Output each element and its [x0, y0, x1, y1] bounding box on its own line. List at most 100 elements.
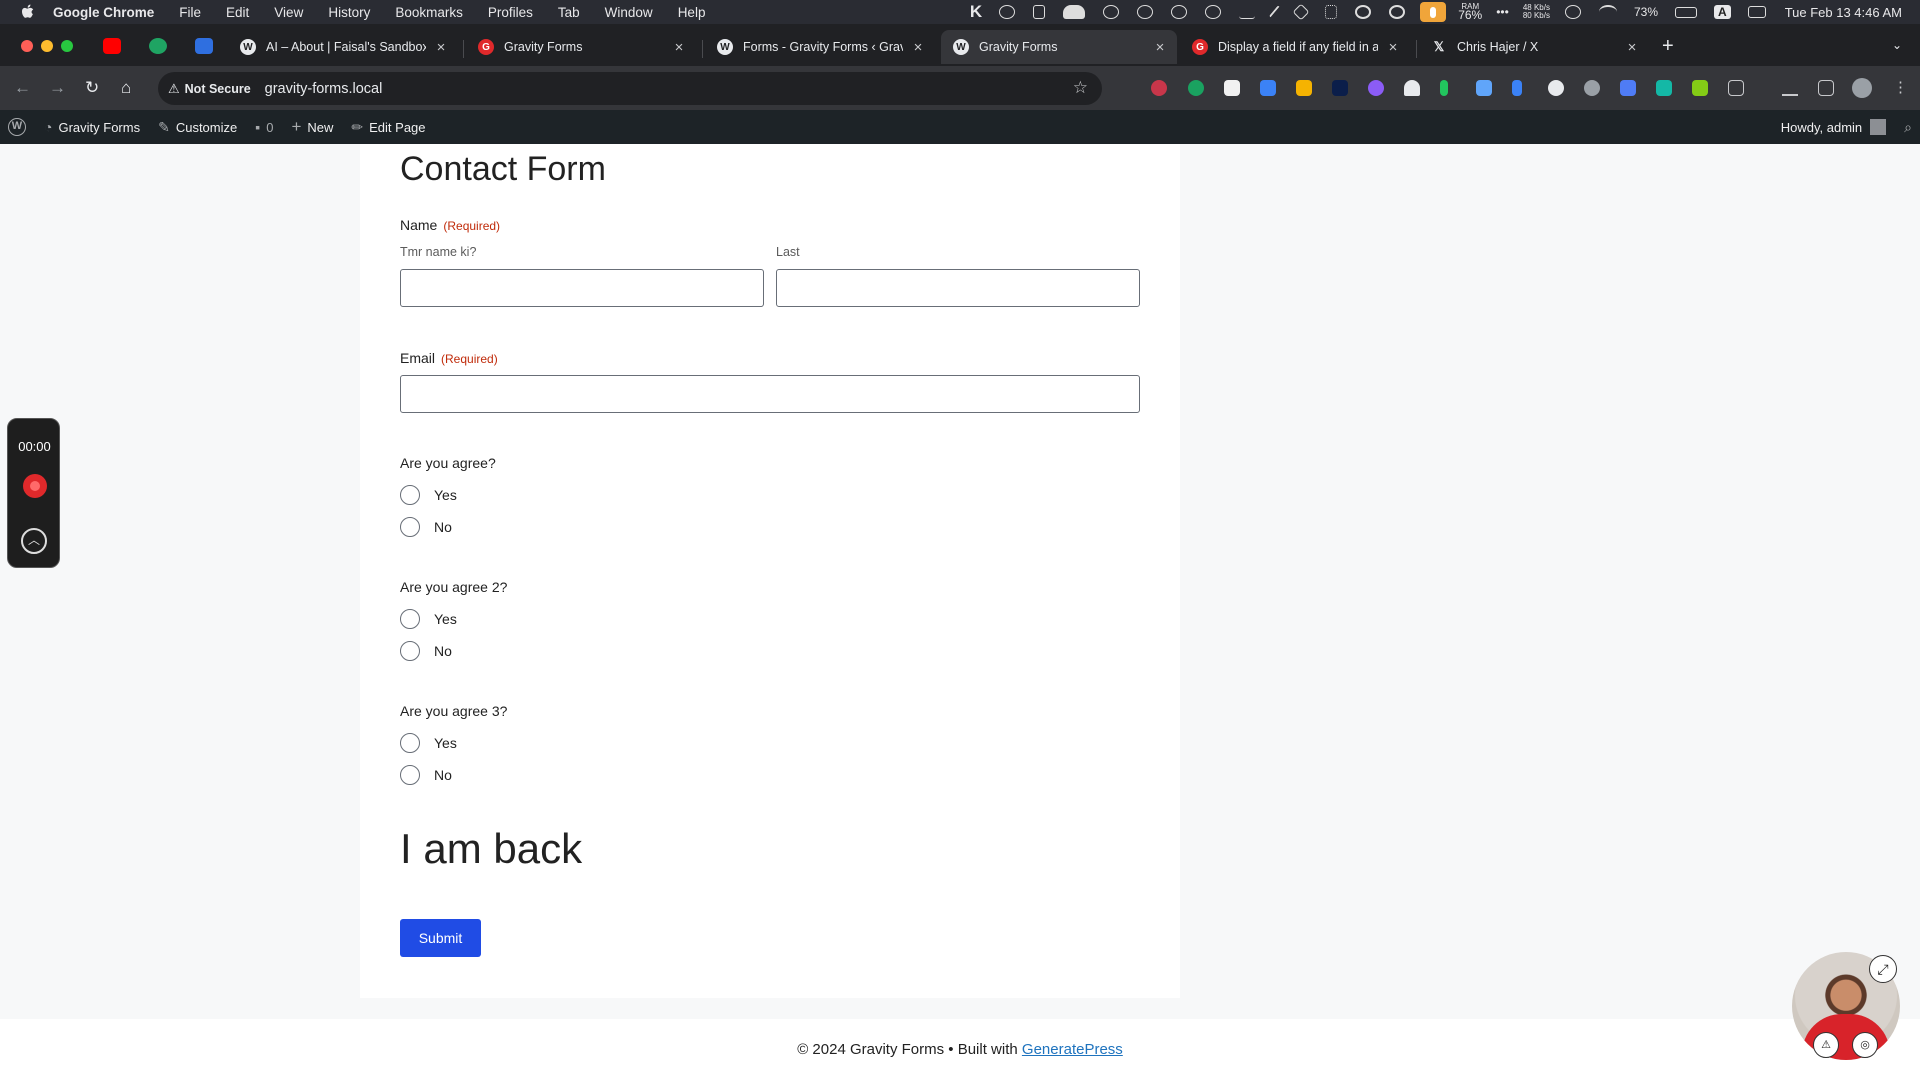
- more-menu-icon[interactable]: ⋮: [1893, 78, 1908, 96]
- menu-tab[interactable]: Tab: [558, 5, 580, 20]
- wp-logo-icon[interactable]: W: [8, 118, 26, 136]
- menu-profiles[interactable]: Profiles: [488, 5, 533, 20]
- location-icon[interactable]: [1292, 3, 1310, 21]
- close-icon[interactable]: ×: [434, 39, 448, 56]
- camera-settings-icon[interactable]: ⚠: [1813, 1032, 1839, 1058]
- account-menu[interactable]: Howdy, admin: [1781, 119, 1887, 135]
- input-source-indicator[interactable]: A: [1714, 5, 1731, 19]
- grid-icon[interactable]: [1325, 5, 1338, 19]
- extension-icon-7[interactable]: [1368, 80, 1384, 96]
- ram-indicator[interactable]: RAM 76%: [1458, 3, 1482, 22]
- profile-avatar[interactable]: [1852, 78, 1872, 98]
- tab-ai-about[interactable]: W AI – About | Faisal's Sandbox ×: [228, 30, 458, 64]
- compass-icon[interactable]: [1171, 5, 1188, 19]
- clipboard-icon[interactable]: [1033, 5, 1046, 19]
- timer-icon[interactable]: [1205, 5, 1222, 19]
- extension-icon-13[interactable]: [1584, 80, 1600, 96]
- side-panel-icon[interactable]: [1818, 80, 1834, 96]
- reload-button[interactable]: ↻: [85, 78, 99, 98]
- extensions-puzzle-icon[interactable]: [1728, 80, 1744, 96]
- clock[interactable]: Tue Feb 13 4:46 AM: [1785, 5, 1902, 20]
- close-icon[interactable]: ×: [911, 39, 925, 56]
- zoom-window-button[interactable]: [61, 40, 73, 52]
- extension-icon-8[interactable]: [1404, 80, 1420, 96]
- back-button[interactable]: ←: [14, 78, 31, 98]
- signature-icon[interactable]: [1239, 5, 1256, 19]
- control-center-icon[interactable]: [1747, 6, 1766, 18]
- menu-bookmarks[interactable]: Bookmarks: [395, 5, 463, 20]
- search-icon[interactable]: ⌕: [1904, 119, 1912, 136]
- extension-icon-11[interactable]: [1512, 80, 1522, 96]
- close-window-button[interactable]: [21, 40, 33, 52]
- site-name-menu[interactable]: ◔ Gravity Forms: [44, 119, 140, 135]
- close-icon[interactable]: ×: [1625, 39, 1639, 56]
- menu-view[interactable]: View: [274, 5, 303, 20]
- vpn-icon[interactable]: [1137, 5, 1154, 19]
- menu-history[interactable]: History: [328, 5, 370, 20]
- play-icon[interactable]: [1103, 5, 1120, 19]
- pen-icon[interactable]: [1269, 5, 1282, 19]
- tab-gravity-forms[interactable]: G Gravity Forms ×: [466, 30, 696, 64]
- tab-gravity-forms-active[interactable]: W Gravity Forms ×: [941, 30, 1177, 64]
- tab-search-chevron-icon[interactable]: ⌄: [1892, 38, 1910, 52]
- radio-button[interactable]: [400, 485, 420, 505]
- pinned-tab-icon[interactable]: [149, 38, 167, 54]
- tab-display-field[interactable]: G Display a field if any field in a ×: [1180, 30, 1410, 64]
- extension-icon-3[interactable]: [1224, 80, 1240, 96]
- menu-edit[interactable]: Edit: [226, 5, 249, 20]
- q1-option-no[interactable]: No: [400, 517, 452, 537]
- k-app-icon[interactable]: K: [970, 2, 982, 22]
- generatepress-link[interactable]: GeneratePress: [1022, 1041, 1123, 1058]
- radio-button[interactable]: [400, 517, 420, 537]
- customize-link[interactable]: ✎ Customize: [158, 119, 237, 136]
- radio-button[interactable]: [400, 733, 420, 753]
- submit-button[interactable]: Submit: [400, 919, 481, 957]
- chevron-up-icon[interactable]: ︿: [21, 528, 47, 554]
- record-icon[interactable]: [23, 474, 47, 498]
- battery-icon[interactable]: [1675, 6, 1698, 18]
- extension-icon-9[interactable]: [1440, 80, 1448, 96]
- edit-page-link[interactable]: ✏ Edit Page: [351, 119, 425, 136]
- extension-icon-6[interactable]: [1332, 80, 1348, 96]
- apple-icon[interactable]: [21, 4, 35, 20]
- first-name-input[interactable]: [400, 269, 764, 307]
- email-input[interactable]: [400, 375, 1140, 413]
- dnd-icon[interactable]: [1564, 5, 1581, 19]
- new-content-menu[interactable]: + New: [291, 117, 333, 137]
- network-speed[interactable]: 48 Kb/s 80 Kb/s: [1523, 4, 1550, 20]
- home-button[interactable]: ⌂: [121, 78, 131, 98]
- radio-button[interactable]: [400, 609, 420, 629]
- youtube-pinned-tab-icon[interactable]: [103, 38, 121, 54]
- p-app-icon[interactable]: [1389, 5, 1406, 19]
- address-bar[interactable]: ⚠ Not Secure gravity-forms.local ☆: [158, 72, 1102, 105]
- q1-option-yes[interactable]: Yes: [400, 485, 457, 505]
- expand-icon[interactable]: ⤢: [1869, 955, 1897, 983]
- close-icon[interactable]: ×: [1386, 39, 1400, 56]
- q3-option-yes[interactable]: Yes: [400, 733, 457, 753]
- radio-button[interactable]: [400, 641, 420, 661]
- menu-app-name[interactable]: Google Chrome: [53, 5, 154, 20]
- tab-forms-admin[interactable]: W Forms - Gravity Forms ‹ Grav ×: [705, 30, 935, 64]
- extension-icon-5[interactable]: [1296, 80, 1312, 96]
- extension-icon-4[interactable]: [1260, 80, 1276, 96]
- tab-x-profile[interactable]: 𝕏 Chris Hajer / X ×: [1419, 30, 1649, 64]
- sync-icon[interactable]: [999, 5, 1016, 19]
- bookmark-star-icon[interactable]: ☆: [1073, 78, 1088, 98]
- camera-frame-icon[interactable]: ◎: [1852, 1032, 1878, 1058]
- download-icon[interactable]: [1782, 80, 1798, 96]
- extension-icon-1[interactable]: [1151, 80, 1167, 96]
- wifi-icon[interactable]: [1598, 5, 1617, 19]
- extension-icon-16[interactable]: [1692, 80, 1708, 96]
- grammarly-icon[interactable]: [1355, 5, 1372, 19]
- extension-icon-10[interactable]: [1476, 80, 1492, 96]
- menu-window[interactable]: Window: [605, 5, 653, 20]
- menu-file[interactable]: File: [179, 5, 201, 20]
- extension-icon-2[interactable]: [1188, 80, 1204, 96]
- q2-option-yes[interactable]: Yes: [400, 609, 457, 629]
- forward-button[interactable]: →: [49, 78, 66, 98]
- pinned-tab-calendar-icon[interactable]: [195, 38, 213, 54]
- microphone-icon[interactable]: [1420, 2, 1447, 22]
- security-indicator[interactable]: ⚠ Not Secure: [168, 81, 251, 97]
- extension-icon-15[interactable]: [1656, 80, 1672, 96]
- extension-icon-14[interactable]: [1620, 80, 1636, 96]
